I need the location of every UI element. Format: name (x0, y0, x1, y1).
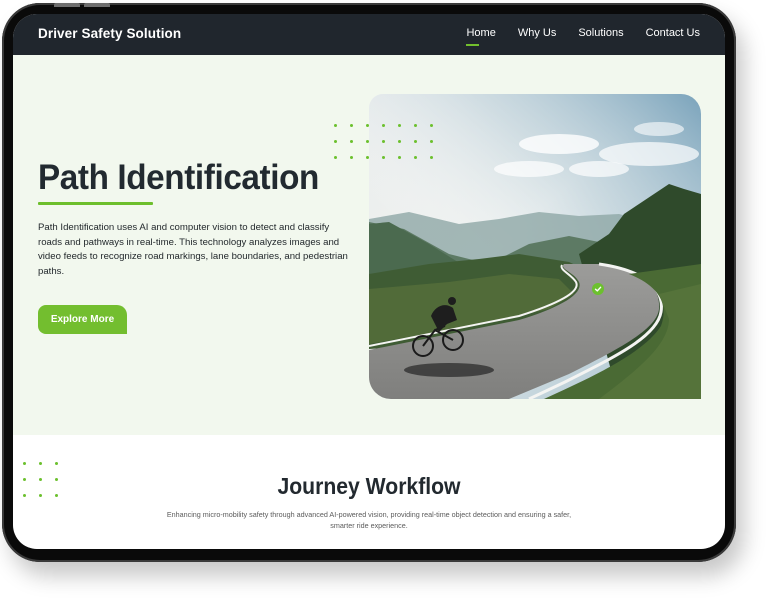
decorative-dot (430, 140, 433, 143)
decorative-dot (430, 156, 433, 159)
section-title: Journey Workflow (277, 473, 461, 499)
section-description: Enhancing micro-mobility safety through … (166, 510, 572, 530)
nav-menu: Home Why Us Solutions Contact Us (466, 27, 700, 46)
nav-item-home[interactable]: Home (466, 27, 496, 46)
decorative-dot (23, 494, 26, 497)
decorative-dot (398, 140, 401, 143)
decorative-dot (398, 156, 401, 159)
decorative-dot (334, 156, 337, 159)
hero-title: Path Identification (38, 158, 319, 197)
decorative-dot (39, 462, 42, 465)
decorative-dot (414, 124, 417, 127)
navbar: Driver Safety Solution Home Why Us Solut… (13, 14, 725, 55)
device-button (54, 3, 80, 7)
decorative-dot (366, 124, 369, 127)
nav-item-why-us[interactable]: Why Us (518, 27, 557, 39)
check-circle-icon (592, 283, 604, 295)
decorative-dot (55, 462, 58, 465)
nav-item-solutions[interactable]: Solutions (578, 27, 623, 39)
decorative-dot (382, 140, 385, 143)
decorative-dot (23, 462, 26, 465)
decorative-dot (350, 156, 353, 159)
decorative-dot (23, 478, 26, 481)
title-underline (38, 202, 153, 205)
decorative-dot (398, 124, 401, 127)
decorative-dot (334, 140, 337, 143)
decorative-dots-grid (334, 124, 433, 159)
nav-item-contact-us[interactable]: Contact Us (646, 27, 700, 39)
decorative-dot (350, 140, 353, 143)
device-button (84, 3, 110, 7)
decorative-dot (366, 140, 369, 143)
decorative-dot (382, 156, 385, 159)
decorative-dot (382, 124, 385, 127)
decorative-dot (334, 124, 337, 127)
explore-more-button[interactable]: Explore More (38, 305, 127, 334)
decorative-dot (414, 140, 417, 143)
decorative-dot (430, 124, 433, 127)
hero-section: Path Identification Path Identification … (13, 55, 725, 435)
decorative-dot (366, 156, 369, 159)
decorative-dot (414, 156, 417, 159)
hero-description: Path Identification uses AI and computer… (38, 222, 348, 277)
decorative-dot (350, 124, 353, 127)
screen: Driver Safety Solution Home Why Us Solut… (13, 14, 725, 549)
brand-logo[interactable]: Driver Safety Solution (38, 26, 181, 41)
